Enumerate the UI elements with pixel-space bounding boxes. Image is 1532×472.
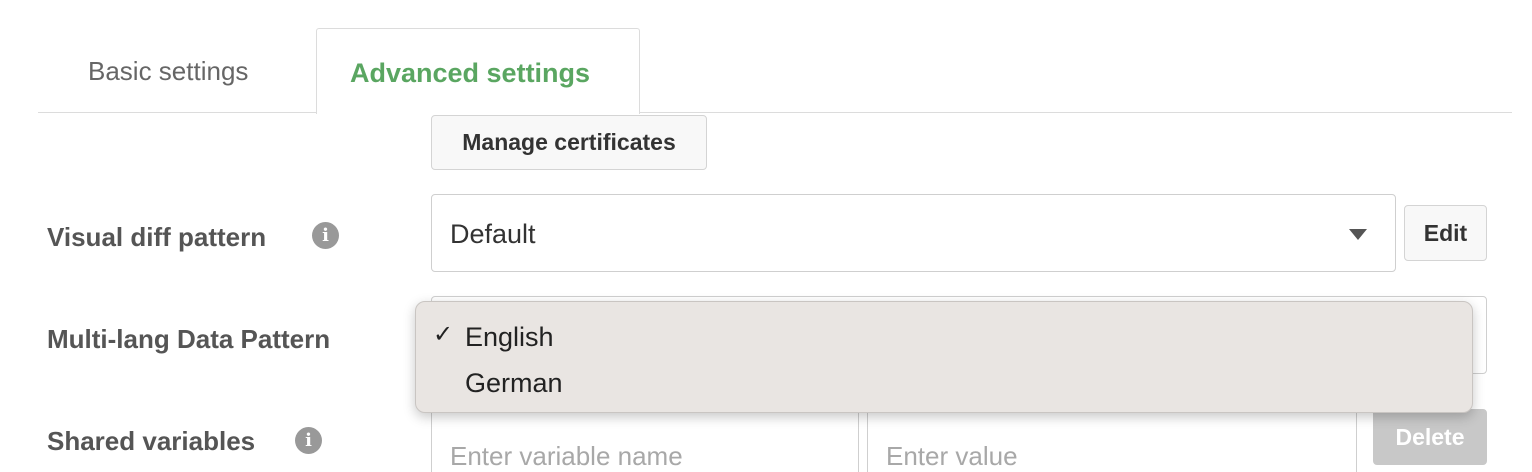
edit-visual-diff-button[interactable]: Edit (1404, 205, 1487, 261)
tab-divider (38, 112, 1512, 113)
manage-certificates-button[interactable]: Manage certificates (431, 115, 707, 170)
caret-down-icon (1349, 229, 1367, 240)
dropdown-option-german[interactable]: German (416, 362, 1472, 406)
shared-variables-label: Shared variables (47, 426, 256, 456)
dropdown-option-english[interactable]: ✓ English (416, 316, 1472, 360)
tab-advanced-settings-label: Advanced settings (350, 58, 591, 88)
info-icon[interactable]: i (312, 222, 339, 249)
visual-diff-pattern-select[interactable]: Default (431, 194, 1396, 272)
dropdown-option-label: English (465, 322, 554, 352)
multi-lang-data-pattern-label: Multi-lang Data Pattern (47, 324, 331, 354)
variable-value-input[interactable] (867, 408, 1357, 472)
visual-diff-pattern-value: Default (450, 219, 536, 249)
checkmark-icon: ✓ (433, 320, 454, 348)
tab-advanced-settings[interactable]: Advanced settings (316, 28, 640, 114)
info-icon[interactable]: i (295, 427, 322, 454)
visual-diff-pattern-label: Visual diff pattern (47, 222, 267, 252)
settings-tab-bar: Basic settings Advanced settings (38, 0, 1512, 114)
dropdown-option-label: German (465, 368, 563, 398)
tab-basic-settings[interactable]: Basic settings (88, 58, 248, 84)
delete-variable-button[interactable]: Delete (1373, 409, 1487, 465)
language-dropdown-menu: ✓ English German (415, 301, 1473, 413)
variable-name-input[interactable] (431, 408, 859, 472)
